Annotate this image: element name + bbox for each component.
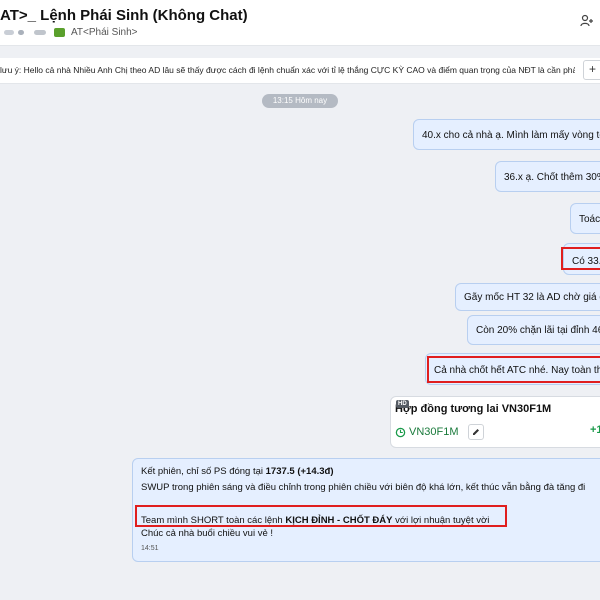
highlight-box: [427, 356, 600, 383]
pinned-message-bar[interactable]: lưu ý: Hello cả nhà Nhiều Anh Chị theo A…: [0, 58, 600, 84]
summary-line: Chúc cả nhà buổi chiều vui vẻ !: [141, 528, 274, 539]
message-bubble[interactable]: Còn 20% chặn lãi tại đỉnh 46: [467, 315, 600, 345]
message-bubble[interactable]: Gãy mốc HT 32 là AD chờ giá đ: [455, 283, 600, 311]
contract-symbol-row: VN30F1M: [395, 424, 484, 440]
summary-line: Kết phiên, chỉ số PS đóng tại 1737.5 (+1…: [141, 466, 334, 477]
group-icon: [54, 28, 65, 37]
contract-card[interactable]: Hợp đồng tương lai VN30F1M HD VN30F1M +1: [390, 396, 600, 448]
message-bubble[interactable]: 40.x cho cả nhà ạ. Mình làm mấy vòng toà: [413, 119, 600, 150]
message-text: 40.x cho cả nhà ạ. Mình làm mấy vòng toà: [422, 130, 600, 141]
summary-text: Kết phiên, chỉ số PS đóng tại: [141, 466, 266, 477]
message-text: Toác: [579, 214, 600, 225]
summary-bold: 1737.5 (+14.3đ): [265, 466, 334, 477]
refresh-icon: [395, 427, 406, 437]
chat-subtitle: AT<Phái Sinh>: [0, 27, 138, 38]
message-text: Còn 20% chặn lãi tại đỉnh 46: [476, 325, 600, 336]
hd-badge: HD: [396, 400, 409, 408]
blurred-member-chip: [18, 30, 24, 35]
contract-change: +1: [590, 424, 600, 436]
message-bubble[interactable]: 36.x ạ. Chốt thêm 30%: [495, 161, 600, 192]
chat-title[interactable]: AT>_ Lệnh Phái Sinh (Không Chat): [0, 7, 248, 24]
chat-header: AT>_ Lệnh Phái Sinh (Không Chat) AT<Phái…: [0, 0, 600, 46]
pinned-expand-button[interactable]: +: [583, 60, 600, 80]
blurred-member-chip: [34, 30, 46, 35]
message-text: 36.x ạ. Chốt thêm 30%: [504, 172, 600, 183]
blurred-member-chip: [4, 30, 14, 35]
message-bubble[interactable]: Toác: [570, 203, 600, 234]
edit-button[interactable]: [467, 424, 484, 440]
message-text: Gãy mốc HT 32 là AD chờ giá đ: [464, 292, 600, 303]
contract-title: Hợp đồng tương lai VN30F1M: [395, 403, 552, 415]
add-member-icon[interactable]: [580, 14, 594, 28]
date-separator: 13:15 Hôm nay: [262, 94, 338, 108]
highlight-box: [561, 247, 600, 270]
chat-area[interactable]: 13:15 Hôm nay 40.x cho cả nhà ạ. Mình là…: [0, 85, 600, 600]
pencil-icon: [472, 429, 479, 435]
message-time: 14:51: [141, 545, 159, 552]
summary-line: SWUP trong phiên sáng và điều chỉnh tron…: [141, 482, 586, 493]
pinned-message-text: lưu ý: Hello cả nhà Nhiều Anh Chị theo A…: [0, 65, 575, 75]
highlight-box: [135, 505, 507, 527]
contract-symbol[interactable]: VN30F1M: [409, 426, 459, 438]
group-label[interactable]: AT<Phái Sinh>: [71, 27, 138, 38]
